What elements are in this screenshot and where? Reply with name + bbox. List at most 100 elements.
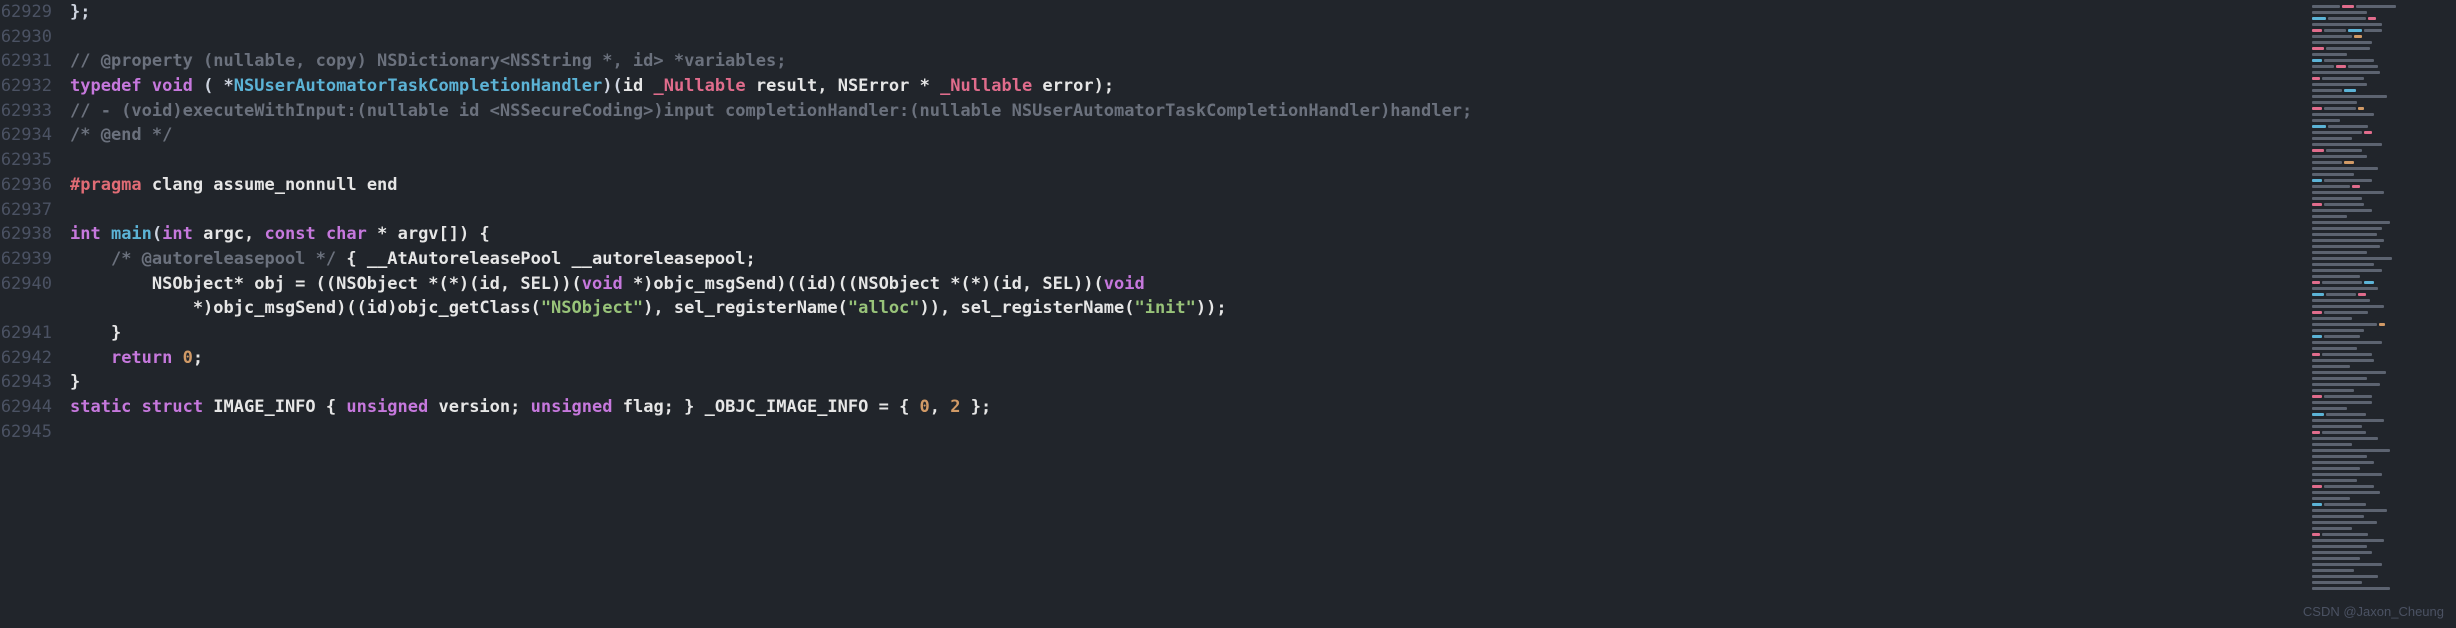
code-line[interactable]: 62945 [0,420,2306,445]
minimap-row [2312,466,2450,470]
minimap-row [2312,100,2450,104]
code-line[interactable]: 62929}; [0,0,2306,25]
minimap-row [2312,442,2450,446]
minimap-row [2312,478,2450,482]
minimap-row [2312,118,2450,122]
code-content[interactable]: NSObject* obj = ((NSObject *(*)(id, SEL)… [70,272,1145,297]
minimap-row [2312,172,2450,176]
minimap-row [2312,328,2450,332]
minimap-row [2312,46,2450,50]
minimap-row [2312,136,2450,140]
code-line[interactable]: 62932typedef void ( *NSUserAutomatorTask… [0,74,2306,99]
minimap-row [2312,70,2450,74]
code-content[interactable]: int main(int argc, const char * argv[]) … [70,222,490,247]
minimap-row [2312,16,2450,20]
minimap-row [2312,88,2450,92]
minimap-row [2312,262,2450,266]
code-content[interactable]: /* @end */ [70,123,172,148]
minimap-row [2312,226,2450,230]
minimap-row [2312,304,2450,308]
minimap-row [2312,76,2450,80]
minimap-row [2312,268,2450,272]
minimap-row [2312,382,2450,386]
code-line[interactable]: 62933// - (void)executeWithInput:(nullab… [0,99,2306,124]
minimap-row [2312,562,2450,566]
code-line[interactable]: 62943} [0,370,2306,395]
minimap-row [2312,34,2450,38]
code-line[interactable]: 62941 } [0,321,2306,346]
minimap-row [2312,508,2450,512]
code-line[interactable]: 62931// @property (nullable, copy) NSDic… [0,49,2306,74]
minimap-row [2312,28,2450,32]
minimap-row [2312,544,2450,548]
code-content[interactable]: return 0; [70,346,203,371]
code-line[interactable]: 62938int main(int argc, const char * arg… [0,222,2306,247]
minimap-row [2312,472,2450,476]
line-number: 62934 [0,123,70,148]
minimap-row [2312,322,2450,326]
minimap-row [2312,406,2450,410]
minimap-row [2312,532,2450,536]
code-line[interactable]: 62944static struct IMAGE_INFO { unsigned… [0,395,2306,420]
minimap-row [2312,196,2450,200]
code-content[interactable]: /* @autoreleasepool */ { __AtAutorelease… [70,247,756,272]
code-line[interactable]: 62939 /* @autoreleasepool */ { __AtAutor… [0,247,2306,272]
minimap-row [2312,256,2450,260]
line-number: 62941 [0,321,70,346]
minimap-row [2312,460,2450,464]
line-number: 62929 [0,0,70,25]
minimap[interactable] [2306,0,2456,628]
minimap-row [2312,202,2450,206]
minimap-row [2312,580,2450,584]
minimap-row [2312,568,2450,572]
code-line[interactable]: 62930 [0,25,2306,50]
line-number: 62936 [0,173,70,198]
code-content[interactable]: *)objc_msgSend)((id)objc_getClass("NSObj… [70,296,1227,321]
code-content[interactable]: typedef void ( *NSUserAutomatorTaskCompl… [70,74,1114,99]
minimap-row [2312,82,2450,86]
code-line[interactable]: 62936#pragma clang assume_nonnull end [0,173,2306,198]
line-number: 62935 [0,148,70,173]
minimap-row [2312,418,2450,422]
code-line[interactable]: *)objc_msgSend)((id)objc_getClass("NSObj… [0,296,2306,321]
code-content[interactable]: } [70,321,121,346]
code-content[interactable]: static struct IMAGE_INFO { unsigned vers… [70,395,991,420]
minimap-row [2312,454,2450,458]
minimap-row [2312,214,2450,218]
minimap-row [2312,154,2450,158]
minimap-row [2312,430,2450,434]
minimap-row [2312,94,2450,98]
minimap-row [2312,250,2450,254]
minimap-row [2312,400,2450,404]
code-content[interactable]: } [70,370,80,395]
code-line[interactable]: 62934/* @end */ [0,123,2306,148]
code-content[interactable]: }; [70,0,90,25]
minimap-row [2312,514,2450,518]
minimap-row [2312,370,2450,374]
code-content[interactable]: // @property (nullable, copy) NSDictiona… [70,49,786,74]
minimap-row [2312,58,2450,62]
minimap-row [2312,208,2450,212]
minimap-row [2312,286,2450,290]
minimap-row [2312,346,2450,350]
minimap-row [2312,292,2450,296]
code-line[interactable]: 62942 return 0; [0,346,2306,371]
code-line[interactable]: 62940 NSObject* obj = ((NSObject *(*)(id… [0,272,2306,297]
minimap-row [2312,106,2450,110]
minimap-row [2312,484,2450,488]
minimap-row [2312,184,2450,188]
code-line[interactable]: 62937 [0,198,2306,223]
minimap-row [2312,388,2450,392]
code-content[interactable]: #pragma clang assume_nonnull end [70,173,398,198]
code-editor[interactable]: 62929};6293062931// @property (nullable,… [0,0,2306,628]
code-line[interactable]: 62935 [0,148,2306,173]
minimap-row [2312,394,2450,398]
minimap-row [2312,160,2450,164]
minimap-row [2312,376,2450,380]
minimap-row [2312,238,2450,242]
code-content[interactable]: // - (void)executeWithInput:(nullable id… [70,99,1472,124]
minimap-row [2312,358,2450,362]
minimap-row [2312,352,2450,356]
minimap-row [2312,436,2450,440]
minimap-row [2312,424,2450,428]
